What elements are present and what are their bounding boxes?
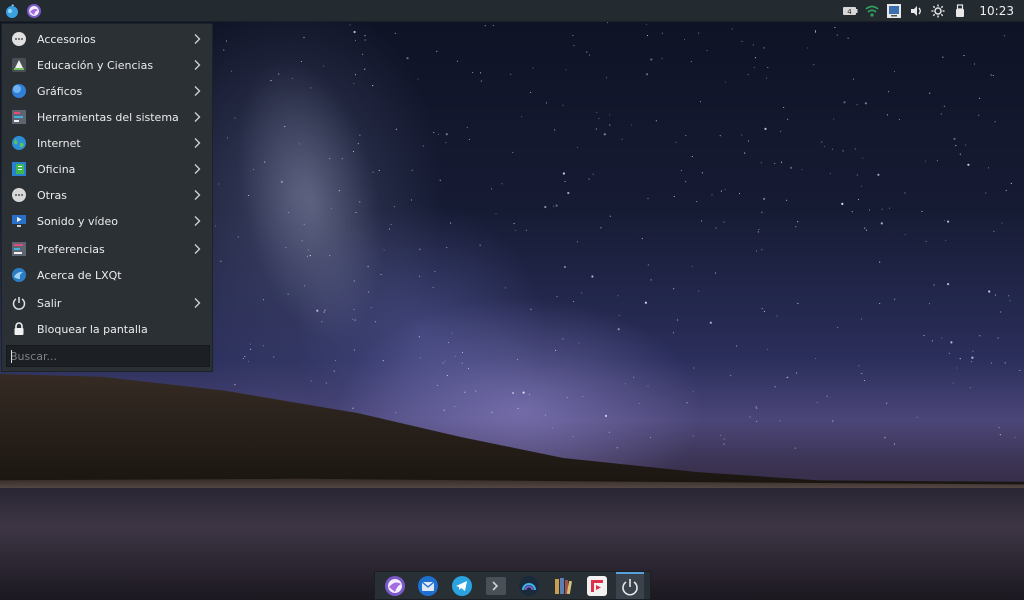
graphics-icon <box>11 83 27 99</box>
menu-item-sonido-video[interactable]: Sonido y vídeo <box>2 208 212 234</box>
top-panel: 4 10:23 <box>0 0 1024 22</box>
chevron-right-icon <box>194 244 201 254</box>
rainbow-icon <box>519 575 540 596</box>
menu-item-label: Gráficos <box>37 84 83 98</box>
menu-item-graficos[interactable]: Gráficos <box>2 78 212 104</box>
menu-item-label: Otras <box>37 188 67 202</box>
dock-item-calibre[interactable] <box>549 572 577 599</box>
menu-item-preferencias[interactable]: Preferencias <box>2 236 212 262</box>
chevron-right-icon <box>194 190 201 200</box>
wifi-icon <box>865 5 879 17</box>
menu-item-educacion[interactable]: Educación y Ciencias <box>2 52 212 78</box>
dock-item-rainbow[interactable] <box>515 572 543 599</box>
chevron-right-icon <box>194 60 201 70</box>
chevron-right-icon <box>194 298 201 308</box>
menu-item-label: Acerca de LXQt <box>37 268 122 282</box>
accessories-icon <box>11 31 27 47</box>
office-icon <box>11 161 27 177</box>
thunderbird-icon <box>418 575 439 596</box>
chevron-right-icon <box>194 86 201 96</box>
chevron-right-icon <box>194 164 201 174</box>
text-cursor <box>11 350 12 363</box>
chevron-right-icon <box>194 112 201 122</box>
terminal-icon <box>485 576 506 595</box>
multimedia-icon <box>11 213 27 229</box>
menu-item-label: Educación y Ciencias <box>37 58 154 72</box>
system-tools-icon <box>11 109 27 125</box>
lock-icon <box>11 321 27 337</box>
preferences-icon <box>11 241 27 257</box>
power-icon <box>11 295 27 311</box>
battery-indicator[interactable]: 4 <box>841 2 859 20</box>
menu-item-salir[interactable]: Salir <box>2 290 212 316</box>
chevron-right-icon <box>194 34 201 44</box>
menu-item-label: Oficina <box>37 162 76 176</box>
usb-icon <box>956 4 965 17</box>
chevron-right-icon <box>194 216 201 226</box>
menu-item-label: Internet <box>37 136 81 150</box>
menu-item-label: Bloquear la pantalla <box>37 322 148 336</box>
lxqt-icon <box>11 267 27 283</box>
education-icon <box>11 57 27 73</box>
app-menu-icon <box>6 3 18 18</box>
firedragon-icon <box>27 3 41 18</box>
firedragon-icon <box>384 575 405 596</box>
menu-item-oficina[interactable]: Oficina <box>2 156 212 182</box>
menu-item-label: Herramientas del sistema <box>37 110 179 124</box>
taskbar-dock <box>374 571 651 600</box>
menu-item-label: Preferencias <box>37 242 105 256</box>
menu-item-label: Sonido y vídeo <box>37 214 119 228</box>
menu-item-label: Accesorios <box>37 32 96 46</box>
other-icon <box>11 187 27 203</box>
battery-text: 4 <box>848 8 853 16</box>
freetube-icon <box>586 575 607 596</box>
internet-icon <box>11 135 27 151</box>
app-menu-button[interactable] <box>1 0 23 22</box>
menu-item-bloquear[interactable]: Bloquear la pantalla <box>2 316 212 342</box>
application-menu: Accesorios Educación y Ciencias Gráficos… <box>1 23 213 372</box>
battery-icon: 4 <box>843 7 858 16</box>
brightness-indicator[interactable] <box>929 2 947 20</box>
firedragon-launcher[interactable] <box>23 0 45 22</box>
menu-item-herramientas[interactable]: Herramientas del sistema <box>2 104 212 130</box>
clock[interactable]: 10:23 <box>979 4 1014 18</box>
chevron-right-icon <box>194 138 201 148</box>
menu-item-label: Salir <box>37 296 62 310</box>
brightness-icon <box>931 4 945 18</box>
menu-item-internet[interactable]: Internet <box>2 130 212 156</box>
calibre-icon <box>554 577 572 594</box>
menu-search <box>6 345 210 367</box>
network-indicator[interactable] <box>863 2 881 20</box>
dock-item-power[interactable] <box>616 572 645 599</box>
screen-indicator[interactable] <box>885 2 903 20</box>
menu-item-acerca-lxqt[interactable]: Acerca de LXQt <box>2 262 212 288</box>
menu-item-accesorios[interactable]: Accesorios <box>2 26 212 52</box>
dock-item-thunderbird[interactable] <box>414 572 442 599</box>
speaker-icon <box>911 6 922 16</box>
volume-indicator[interactable] <box>907 2 925 20</box>
dock-item-freetube[interactable] <box>583 572 611 599</box>
menu-item-otras[interactable]: Otras <box>2 182 212 208</box>
dock-item-firedragon[interactable] <box>381 572 409 599</box>
dock-item-terminal[interactable] <box>482 572 510 599</box>
power-icon <box>622 578 638 595</box>
search-input[interactable] <box>10 347 206 365</box>
dock-item-telegram[interactable] <box>448 572 476 599</box>
telegram-icon <box>452 575 473 596</box>
screenshot-icon <box>887 4 902 18</box>
system-tray: 4 10:23 <box>839 0 1024 22</box>
removable-media-indicator[interactable] <box>951 2 969 20</box>
